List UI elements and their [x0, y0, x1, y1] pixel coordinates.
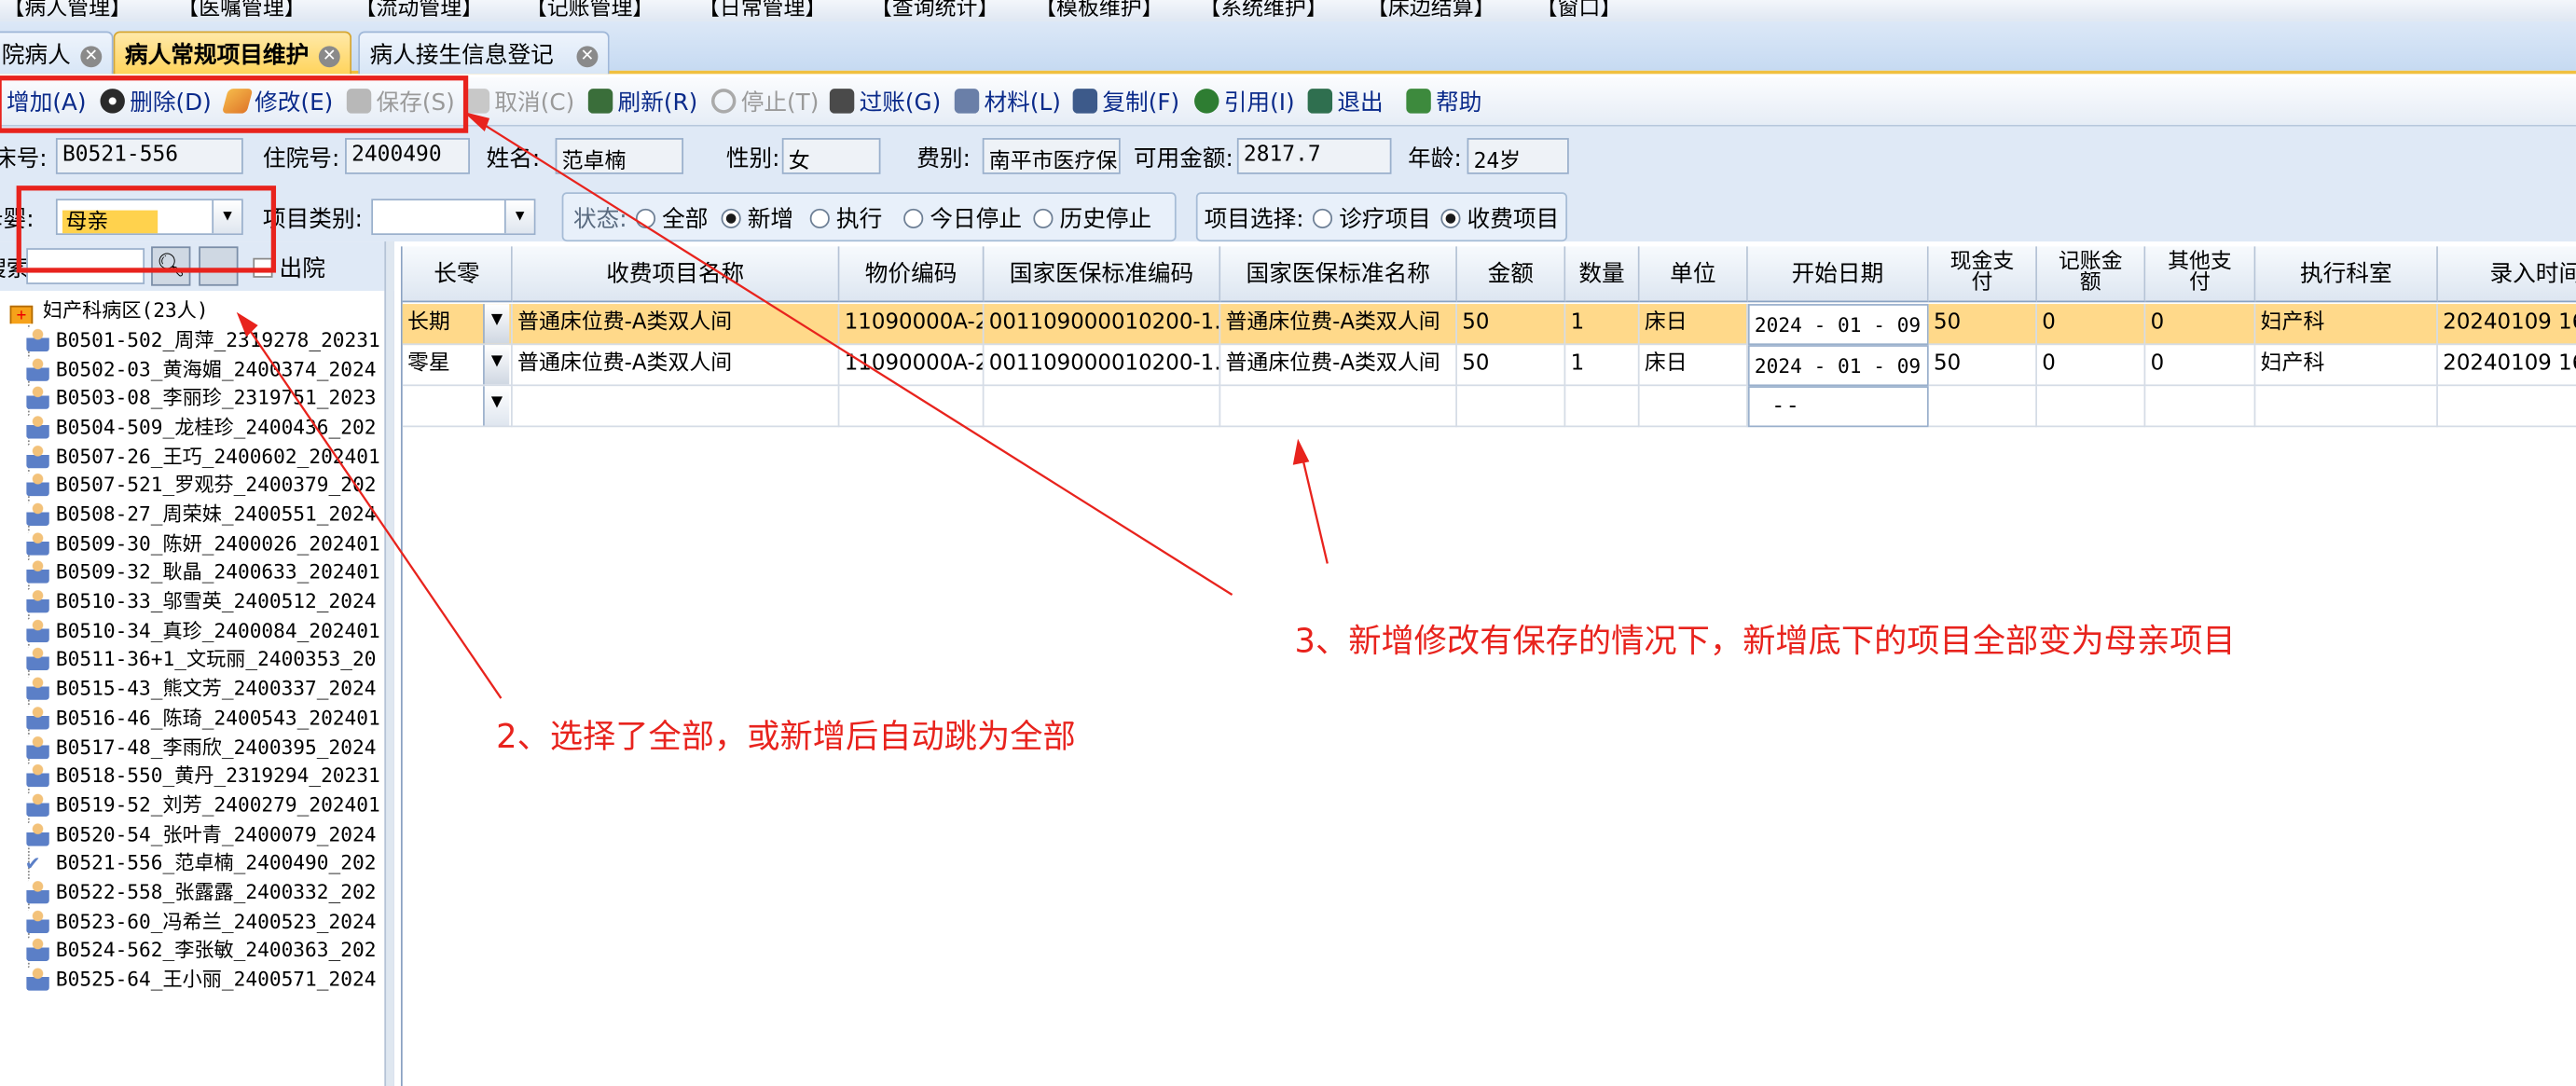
highlight-mother-box: [16, 186, 277, 273]
arrow-head-1: [236, 311, 258, 337]
annotation-arrows: [236, 111, 1329, 699]
arrow-head-3: [1292, 438, 1310, 465]
annotation-note-3: 3、新增修改有保存的情况下，新增底下的项目全部变为母亲项目: [1294, 621, 2236, 661]
annotation-note-2: 2、选择了全部，或新增后自动跳为全部: [496, 716, 1076, 756]
highlight-toolbar-box: [0, 76, 469, 133]
